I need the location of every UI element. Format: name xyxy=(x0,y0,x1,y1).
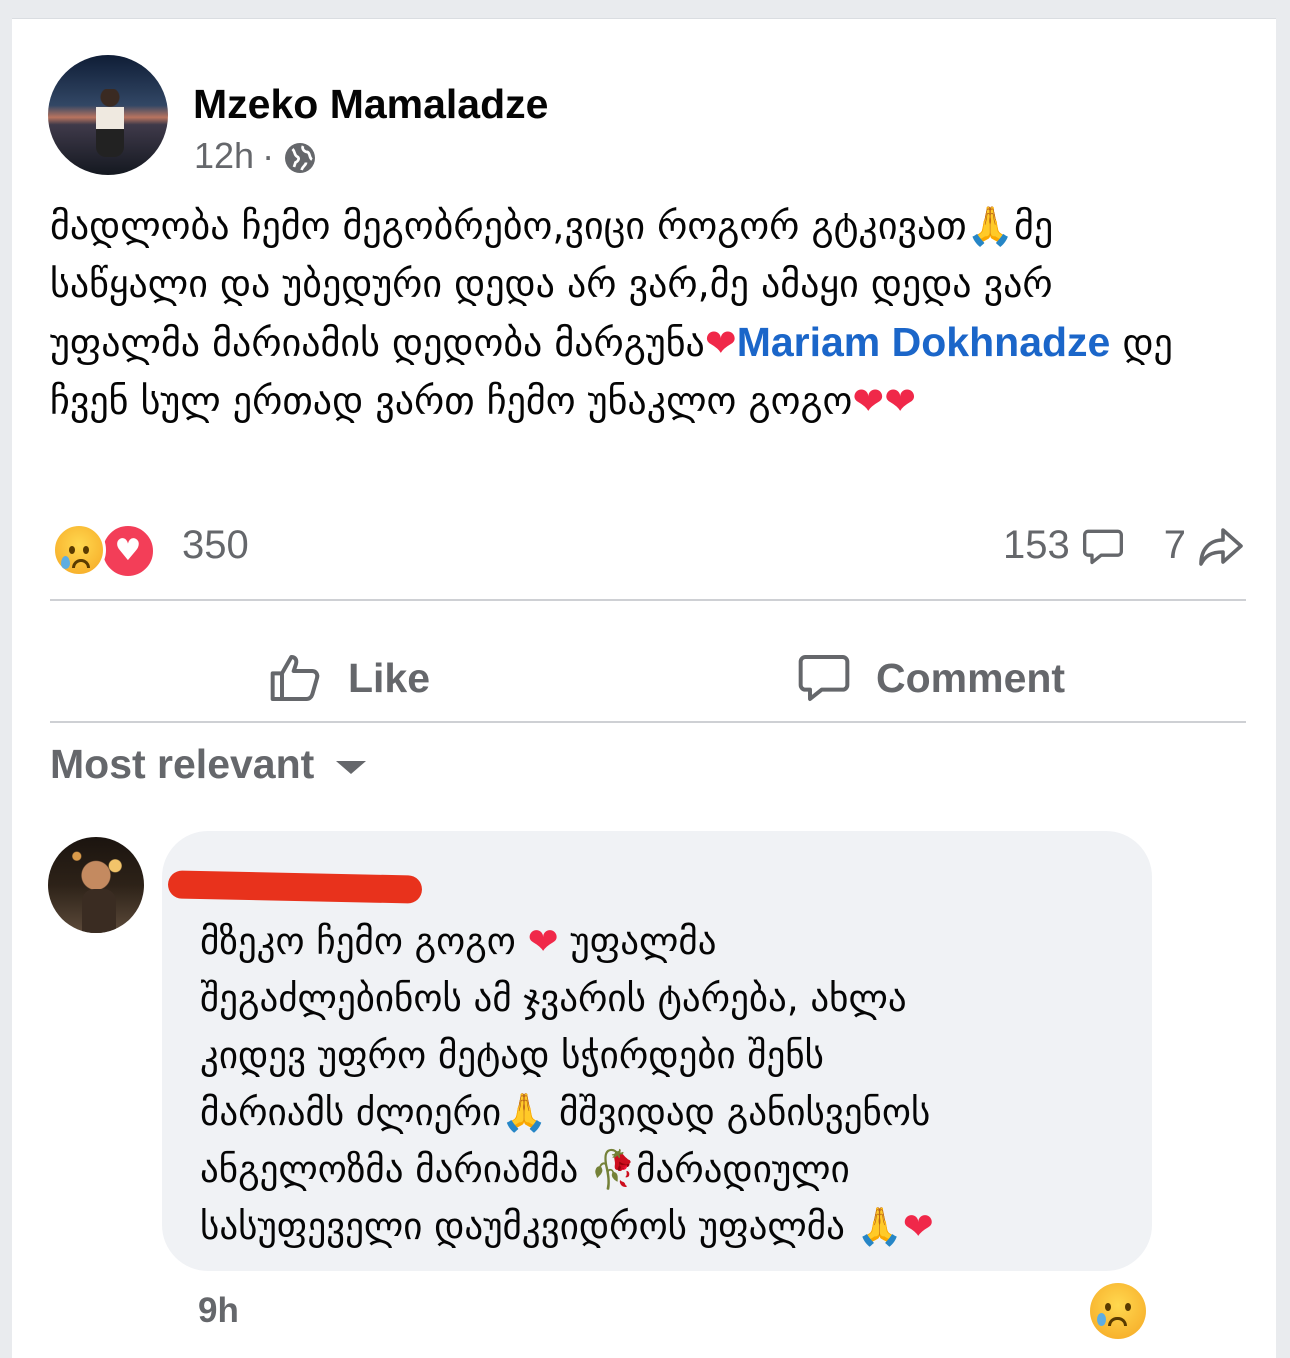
divider-top xyxy=(50,599,1246,601)
engagement-stats: 153 7 xyxy=(1003,523,1246,568)
post-body: მადლობა ჩემო მეგობრებო,ვიცი როგორ გტკივა… xyxy=(50,197,1250,430)
comment-bubble-icon xyxy=(1082,529,1123,564)
comment-label: Comment xyxy=(876,654,1066,701)
comment-line5: ანგელოზმა მარიამმა xyxy=(200,1148,590,1191)
globe-icon[interactable] xyxy=(282,140,318,176)
post-timestamp[interactable]: 12h xyxy=(194,135,254,177)
post-text-line1: მადლობა ჩემო მეგობრებო,ვიცი როგორ გტკივა… xyxy=(50,204,967,248)
share-arrow-icon xyxy=(1199,527,1243,566)
post-text-line3: უფალმა მარიამის დედობა მარგუნა xyxy=(50,321,705,365)
pray-emoji: 🙏 xyxy=(501,1091,548,1134)
comment-line4: მარიამს ძლიერი xyxy=(200,1091,502,1134)
thumbs-up-icon xyxy=(270,655,320,701)
comment-text: მზეკო ჩემო გოგო ❤ უფალმა შეგაძლებინოს ამ… xyxy=(200,913,1130,1255)
caret-down-icon xyxy=(336,761,367,774)
comment-line5-tail: მარადიული xyxy=(636,1148,850,1191)
commenter-avatar[interactable] xyxy=(48,837,144,933)
share-count[interactable]: 7 xyxy=(1164,523,1186,568)
heart-emoji: ❤ xyxy=(704,321,737,365)
avatar-figure xyxy=(96,89,124,157)
pray-emoji: 🙏 xyxy=(856,1205,903,1248)
sort-label: Most relevant xyxy=(50,741,315,787)
comment-sort-dropdown[interactable]: Most relevant xyxy=(50,741,367,788)
wilted-rose-emoji: 🥀 xyxy=(590,1148,637,1191)
love-icon: ♥ xyxy=(100,523,156,579)
comment-line4-tail: მშვიდად განისვენოს xyxy=(547,1091,931,1134)
sad-icon[interactable] xyxy=(1090,1283,1146,1339)
reaction-icons[interactable]: ♥ xyxy=(50,521,160,579)
comment-line1-tail: უფალმა xyxy=(558,920,717,963)
meta-separator: · xyxy=(262,135,275,176)
sad-icon xyxy=(52,523,106,577)
comment-icon xyxy=(798,655,850,701)
comment-line2: შეგაძლებინოს ამ ჯვარის ტარება, ახლა xyxy=(200,977,907,1020)
heart-emoji: ❤ xyxy=(527,920,559,963)
reactions-row: ♥ 350 153 7 xyxy=(50,519,1246,579)
comment-line3: კიდევ უფრო მეტად სჭირდები შენს xyxy=(200,1034,824,1077)
post-meta: 12h · xyxy=(194,135,318,177)
redacted-author-name xyxy=(167,870,423,904)
post-card: Mzeko Mamaladze 12h · მადლობა ჩემო მეგობ… xyxy=(12,18,1276,1358)
comment-line1: მზეკო ჩემო გოგო xyxy=(200,920,528,963)
comment-count[interactable]: 153 xyxy=(1003,523,1070,568)
like-label: Like xyxy=(348,654,431,701)
author-avatar[interactable] xyxy=(48,55,168,175)
comment-line6: სასუფეველი დაუმკვიდროს უფალმა xyxy=(200,1205,857,1248)
reaction-count[interactable]: 350 xyxy=(182,523,249,568)
avatar-figure xyxy=(82,889,116,933)
hearts-emoji: ❤❤ xyxy=(852,379,917,423)
post-text-line1-tail: მე xyxy=(1014,204,1054,248)
pray-emoji: 🙏 xyxy=(966,204,1015,248)
post-text-line2: საწყალი და უბედური დედა არ ვარ,მე ამაყი … xyxy=(50,262,1053,306)
mention-link[interactable]: Mariam Dokhnadze xyxy=(737,319,1111,365)
heart-emoji: ❤ xyxy=(902,1205,934,1248)
divider-bottom xyxy=(50,721,1246,723)
comment-bubble: მზეკო ჩემო გოგო ❤ უფალმა შეგაძლებინოს ამ… xyxy=(162,831,1152,1271)
comment-timestamp[interactable]: 9h xyxy=(198,1291,239,1331)
author-name[interactable]: Mzeko Mamaladze xyxy=(193,81,548,128)
